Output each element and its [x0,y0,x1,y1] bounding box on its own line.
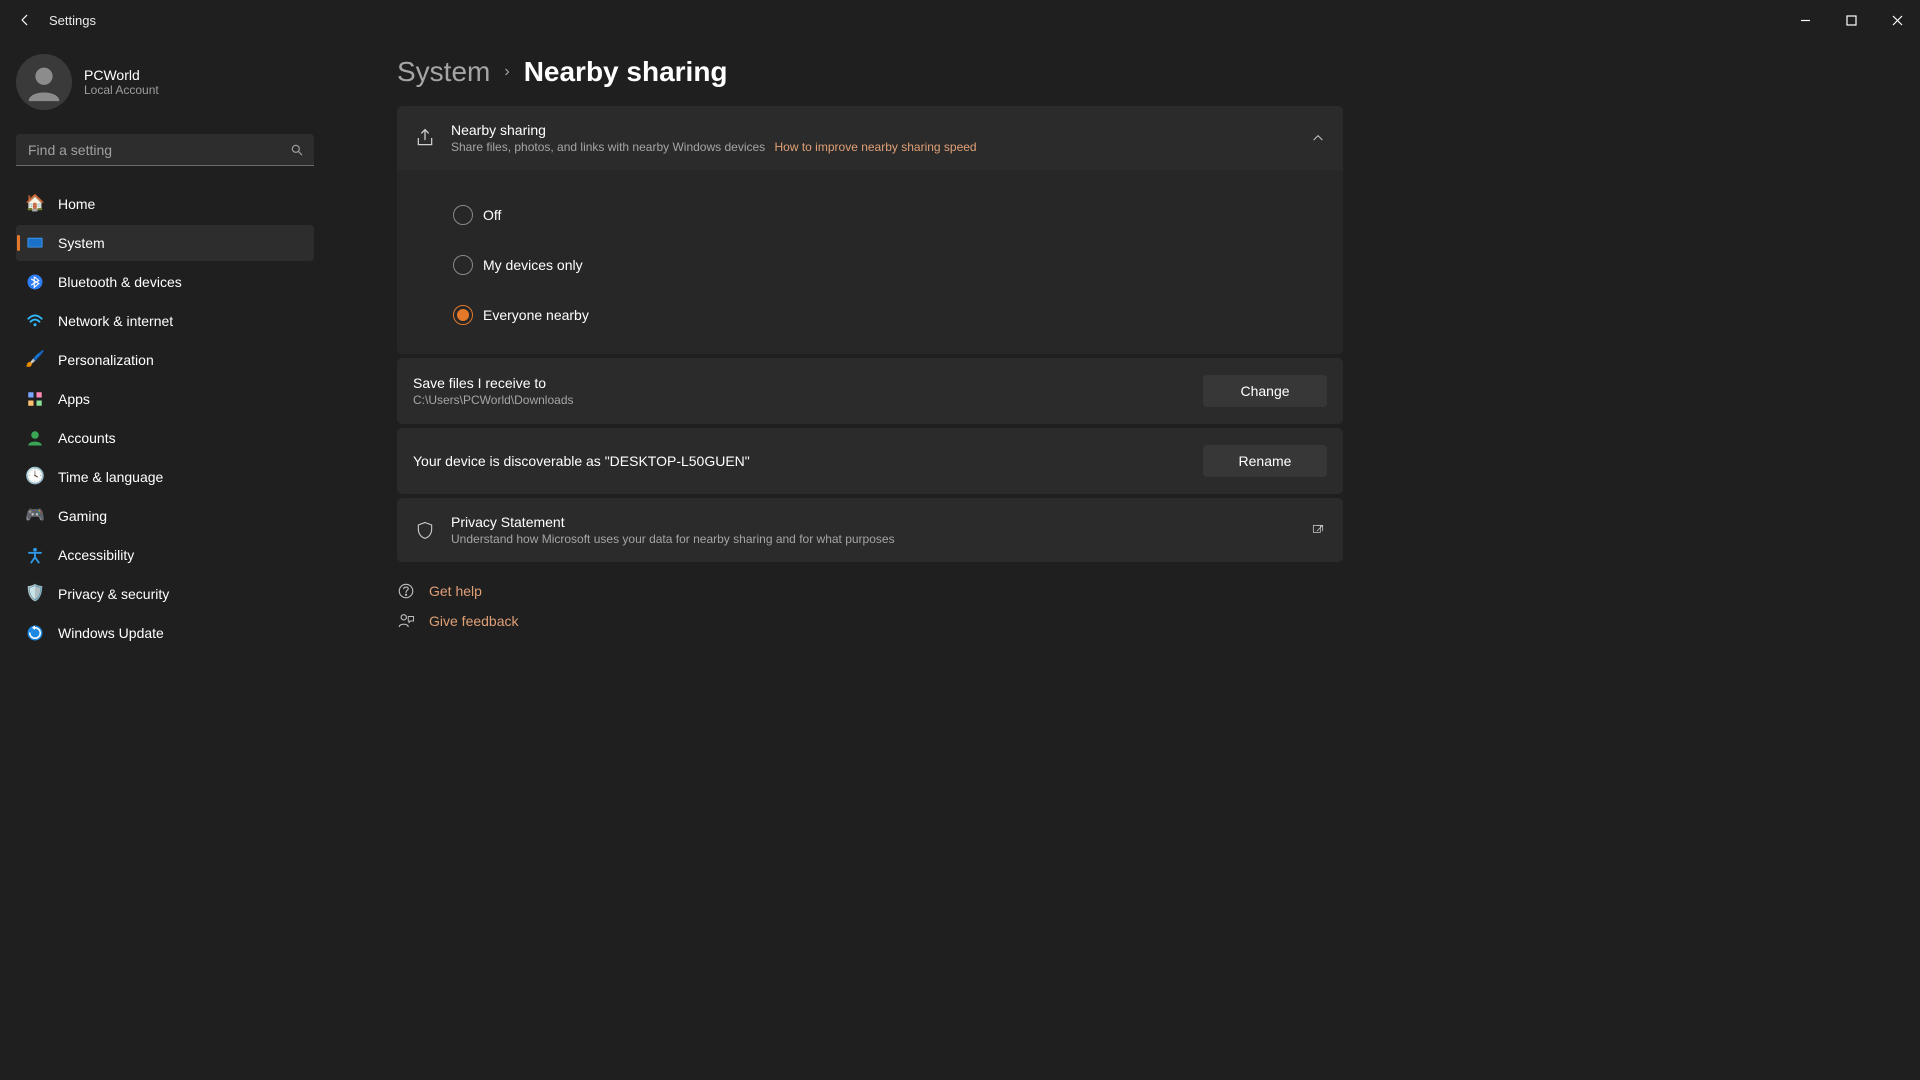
nearby-title: Nearby sharing [451,122,1311,138]
nav-label: Apps [58,391,90,407]
get-help-link[interactable]: Get help [397,582,1890,600]
titlebar: Settings [0,0,1920,40]
breadcrumb-parent[interactable]: System [397,56,490,88]
option-off[interactable]: Off [397,190,1343,240]
nearby-help-link[interactable]: How to improve nearby sharing speed [775,140,977,154]
profile-subtitle: Local Account [84,83,159,97]
rename-button[interactable]: Rename [1203,445,1327,477]
nav-label: Accounts [58,430,116,446]
nav-accounts[interactable]: Accounts [16,420,314,456]
option-everyone[interactable]: Everyone nearby [397,290,1343,340]
back-button[interactable] [15,10,35,30]
nav-accessibility[interactable]: Accessibility [16,537,314,573]
nav-time[interactable]: 🕓 Time & language [16,459,314,495]
avatar [16,54,72,110]
maximize-icon [1846,15,1857,26]
privacy-title: Privacy Statement [451,514,1311,530]
discoverable-row: Your device is discoverable as "DESKTOP-… [397,428,1343,494]
footer-link-label: Give feedback [429,613,519,629]
nav-label: System [58,235,105,251]
option-label: Everyone nearby [483,307,589,323]
help-icon [397,582,415,600]
search-icon [290,143,304,157]
maximize-button[interactable] [1828,4,1874,36]
option-label: My devices only [483,257,583,273]
nav-apps[interactable]: Apps [16,381,314,417]
brush-icon: 🖌️ [26,351,44,369]
gaming-icon: 🎮 [26,507,44,525]
change-button[interactable]: Change [1203,375,1327,407]
apps-icon [26,390,44,408]
option-label: Off [483,207,501,223]
nearby-sharing-header[interactable]: Nearby sharing Share files, photos, and … [397,106,1343,170]
save-location-row: Save files I receive to C:\Users\PCWorld… [397,358,1343,424]
nav-update[interactable]: Windows Update [16,615,314,651]
clock-icon: 🕓 [26,468,44,486]
radio-icon [453,305,473,325]
nav-gaming[interactable]: 🎮 Gaming [16,498,314,534]
minimize-icon [1800,15,1811,26]
save-title: Save files I receive to [413,375,1203,391]
wifi-icon [26,312,44,330]
nav-network[interactable]: Network & internet [16,303,314,339]
close-button[interactable] [1874,4,1920,36]
arrow-left-icon [18,13,32,27]
nav-system[interactable]: System [16,225,314,261]
update-icon [26,624,44,642]
nav-label: Network & internet [58,313,173,329]
nav-privacy[interactable]: 🛡️ Privacy & security [16,576,314,612]
search-input[interactable] [16,134,314,166]
option-my-devices[interactable]: My devices only [397,240,1343,290]
accounts-icon [26,429,44,447]
search-wrap [16,134,314,166]
bluetooth-icon [26,273,44,291]
nav-label: Bluetooth & devices [58,274,182,290]
shield-outline-icon [415,520,435,540]
page-title: Nearby sharing [524,56,728,88]
profile-name: PCWorld [84,67,159,83]
nav-label: Time & language [58,469,163,485]
privacy-sub: Understand how Microsoft uses your data … [451,532,1311,546]
sidebar: PCWorld Local Account 🏠 Home System [0,40,330,1080]
user-icon [21,59,67,105]
content: System › Nearby sharing Nearby sharing S… [330,40,1920,1080]
shield-icon: 🛡️ [26,585,44,603]
nav-label: Gaming [58,508,107,524]
share-icon [415,128,435,148]
nav-home[interactable]: 🏠 Home [16,186,314,222]
feedback-icon [397,612,415,630]
close-icon [1892,15,1903,26]
nav-label: Home [58,196,95,212]
discoverable-text: Your device is discoverable as "DESKTOP-… [413,453,1203,469]
external-link-icon [1311,523,1325,537]
chevron-right-icon: › [504,63,509,81]
minimize-button[interactable] [1782,4,1828,36]
nav-personalization[interactable]: 🖌️ Personalization [16,342,314,378]
profile-block[interactable]: PCWorld Local Account [16,50,314,126]
system-icon [26,234,44,252]
app-title: Settings [49,13,96,28]
radio-icon [453,255,473,275]
footer-link-label: Get help [429,583,482,599]
accessibility-icon [26,546,44,564]
nav: 🏠 Home System Bluetooth & devices Netw [16,186,314,651]
nearby-options: Off My devices only Everyone nearby [397,170,1343,354]
breadcrumb: System › Nearby sharing [397,56,1890,88]
nearby-sharing-card: Nearby sharing Share files, photos, and … [397,106,1343,354]
save-path: C:\Users\PCWorld\Downloads [413,393,1203,407]
privacy-statement-row[interactable]: Privacy Statement Understand how Microso… [397,498,1343,562]
nearby-subtitle: Share files, photos, and links with near… [451,140,1311,154]
give-feedback-link[interactable]: Give feedback [397,612,1890,630]
home-icon: 🏠 [26,195,44,213]
nav-label: Accessibility [58,547,134,563]
radio-icon [453,205,473,225]
nav-bluetooth[interactable]: Bluetooth & devices [16,264,314,300]
chevron-up-icon [1311,131,1325,145]
nav-label: Personalization [58,352,154,368]
nav-label: Windows Update [58,625,164,641]
window-controls [1782,4,1920,36]
nav-label: Privacy & security [58,586,169,602]
footer-links: Get help Give feedback [397,582,1890,630]
